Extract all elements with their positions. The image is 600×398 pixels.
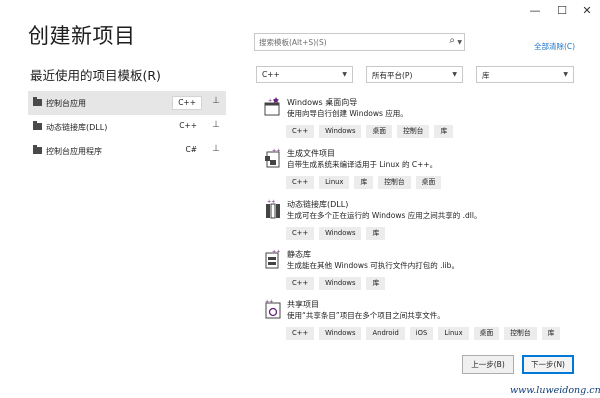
svg-text:++: ++ (267, 199, 275, 205)
project-type-filter[interactable]: 库 ▼ (476, 66, 574, 83)
static-library-icon: ++ (265, 249, 280, 269)
template-description: 使用向导自行创建 Windows 应用。 (287, 109, 408, 118)
close-button[interactable]: ✕ (574, 0, 600, 22)
recent-item-console-app-csharp[interactable]: 控制台应用程序 C# ⊥ (28, 139, 226, 163)
chevron-down-icon: ▼ (452, 71, 457, 78)
tag: 库 (434, 125, 454, 138)
tag: C++ (286, 227, 315, 240)
recent-templates-heading: 最近使用的项目模板(R) (30, 68, 161, 83)
template-dll[interactable]: ++ 动态链接库(DLL) 生成可在多个正在运行的 Windows 应用之间共享… (262, 199, 582, 245)
minimize-button[interactable]: — (522, 0, 548, 22)
tag: 库 (366, 277, 386, 290)
dll-icon: ++ (266, 199, 280, 219)
template-shared-project[interactable]: ++ 共享项目 使用“共享条目”项目在多个项目之间共享文件。 C++ Windo… (262, 299, 582, 345)
language-badge: C++ (172, 96, 202, 110)
folder-icon (33, 97, 42, 106)
tag: Linux (319, 176, 350, 189)
template-name: 动态链接库(DLL) (287, 200, 349, 209)
folder-icon (33, 121, 42, 130)
template-description: 生成能在其他 Windows 可执行文件内打包的 .lib。 (287, 261, 459, 270)
svg-text:++: ++ (272, 249, 280, 255)
svg-text:++: ++ (265, 299, 273, 305)
language-badge: C# (185, 145, 197, 154)
recent-item-console-app[interactable]: 控制台应用 C++ ⊥ (28, 91, 226, 115)
back-button[interactable]: 上一步(B) (462, 355, 514, 374)
template-description: 生成可在多个正在运行的 Windows 应用之间共享的 .dll。 (287, 211, 482, 220)
tag: Windows (319, 227, 362, 240)
platform-filter[interactable]: 所有平台(P) ▼ (366, 66, 463, 83)
tag: Windows (319, 277, 362, 290)
template-name: 共享项目 (287, 300, 319, 309)
project-type-filter-value: 库 (482, 71, 490, 80)
page-title: 创建新项目 (28, 24, 136, 48)
template-windows-desktop-wizard[interactable]: ++ Windows 桌面向导 使用向导自行创建 Windows 应用。 C++… (262, 97, 582, 143)
template-name: 静态库 (287, 250, 311, 259)
maximize-button[interactable]: ☐ (549, 0, 575, 22)
search-icon[interactable]: ⌕ (449, 35, 455, 46)
template-tags: C++ Windows Android iOS Linux 桌面 控制台 库 (286, 327, 561, 340)
template-tags: C++ Windows 库 (286, 277, 386, 290)
search-placeholder: 搜索模板(Alt+S)(S) (259, 38, 327, 47)
template-makefile-project[interactable]: ++ 生成文件项目 自带生成系统来编译适用于 Linux 的 C++。 C++ … (262, 148, 582, 194)
template-tags: C++ Linux 库 控制台 桌面 (286, 176, 442, 189)
tag: Windows (319, 327, 362, 340)
template-static-library[interactable]: ++ 静态库 生成能在其他 Windows 可执行文件内打包的 .lib。 C+… (262, 249, 582, 295)
pin-icon[interactable]: ⊥ (212, 144, 220, 154)
makefile-project-icon: ++ (265, 148, 280, 168)
language-filter-value: C++ (262, 70, 280, 79)
tag: 控制台 (397, 125, 430, 138)
chevron-down-icon[interactable]: ▼ (457, 39, 462, 46)
tag: C++ (286, 176, 315, 189)
tag: C++ (286, 125, 315, 138)
template-tags: C++ Windows 库 (286, 227, 386, 240)
tag: Windows (319, 125, 362, 138)
chevron-down-icon: ▼ (342, 71, 347, 78)
clear-all-link[interactable]: 全部清除(C) (534, 41, 575, 52)
language-filter[interactable]: C++ ▼ (256, 66, 353, 83)
template-tags: C++ Windows 桌面 控制台 库 (286, 125, 454, 138)
tag: 桌面 (366, 125, 393, 138)
tag: 控制台 (504, 327, 537, 340)
recent-item-label: 控制台应用 (46, 99, 86, 108)
watermark: www.luweidong.cn (510, 385, 600, 396)
tag: 库 (366, 227, 386, 240)
tag: 库 (541, 327, 561, 340)
tag: 桌面 (415, 176, 442, 189)
template-name: Windows 桌面向导 (287, 98, 358, 107)
windows-desktop-wizard-icon: ++ (264, 97, 280, 116)
svg-text:++: ++ (272, 148, 280, 154)
template-name: 生成文件项目 (287, 149, 335, 158)
tag: iOS (409, 327, 434, 340)
tag: Android (366, 327, 405, 340)
template-description: 使用“共享条目”项目在多个项目之间共享文件。 (287, 311, 445, 320)
folder-icon (33, 145, 42, 154)
recent-item-dll[interactable]: 动态链接库(DLL) C++ ⊥ (28, 115, 226, 139)
recent-item-label: 动态链接库(DLL) (46, 123, 108, 132)
search-input[interactable]: 搜索模板(Alt+S)(S) ⌕ ▼ (254, 33, 465, 51)
pin-icon[interactable]: ⊥ (212, 120, 220, 130)
tag: C++ (286, 327, 315, 340)
tag: 桌面 (473, 327, 500, 340)
chevron-down-icon: ▼ (563, 71, 568, 78)
platform-filter-value: 所有平台(P) (372, 71, 413, 80)
shared-project-icon: ++ (265, 299, 281, 319)
tag: 库 (354, 176, 374, 189)
recent-item-label: 控制台应用程序 (46, 147, 102, 156)
language-badge: C++ (179, 121, 197, 130)
pin-icon[interactable]: ⊥ (212, 96, 220, 106)
next-button[interactable]: 下一步(N) (522, 355, 574, 374)
template-description: 自带生成系统来编译适用于 Linux 的 C++。 (287, 160, 438, 169)
tag: C++ (286, 277, 315, 290)
tag: Linux (438, 327, 469, 340)
tag: 控制台 (378, 176, 411, 189)
